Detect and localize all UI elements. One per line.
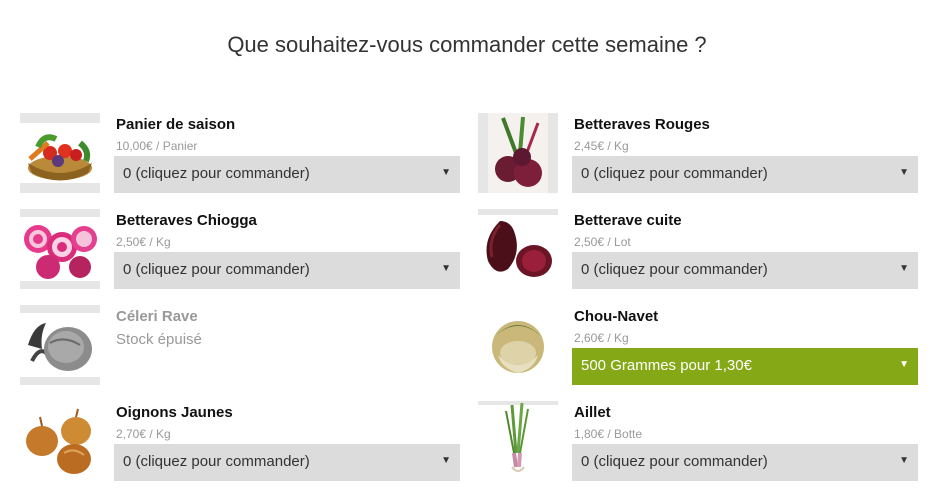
product-image-green-garlic [478,401,558,481]
quantity-select-value: 0 (cliquez pour commander) [581,453,768,470]
chevron-down-icon: ▼ [899,167,909,178]
quantity-select-value: 0 (cliquez pour commander) [123,261,310,278]
quantity-select[interactable]: 0 (cliquez pour commander) ▼ [114,156,460,193]
product-card-betteraves-chiogga: Betteraves Chiogga 2,50€ / Kg 0 (cliquez… [20,209,460,289]
product-price: 10,00€ / Panier [116,139,198,153]
product-price: 2,60€ / Kg [574,331,629,345]
product-name: Céleri Rave [116,308,198,325]
product-image-celeriac [20,305,100,385]
product-price: 2,45€ / Kg [574,139,629,153]
product-card-celeri-rave: Céleri Rave Stock épuisé [20,305,460,385]
product-price: 1,80€ / Botte [574,427,643,441]
chevron-down-icon: ▼ [441,167,451,178]
product-name: Aillet [574,404,611,421]
quantity-select[interactable]: 0 (cliquez pour commander) ▼ [572,156,918,193]
quantity-select[interactable]: 0 (cliquez pour commander) ▼ [572,444,918,481]
product-card-betterave-cuite: Betterave cuite 2,50€ / Lot 0 (cliquez p… [478,209,918,289]
product-card-chou-navet: Chou-Navet 2,60€ / Kg 500 Grammes pour 1… [478,305,918,385]
product-card-panier-de-saison: Panier de saison 10,00€ / Panier 0 (cliq… [20,113,460,193]
quantity-select[interactable]: 0 (cliquez pour commander) ▼ [572,252,918,289]
quantity-select[interactable]: 0 (cliquez pour commander) ▼ [114,444,460,481]
chevron-down-icon: ▼ [899,263,909,274]
product-image-yellow-onions [20,401,100,481]
product-image-cooked-beet [478,209,558,289]
quantity-select-value: 0 (cliquez pour commander) [123,453,310,470]
product-price: 2,70€ / Kg [116,427,171,441]
quantity-select-value: 0 (cliquez pour commander) [123,165,310,182]
page-title: Que souhaitez-vous commander cette semai… [227,32,707,57]
product-image-red-beets [478,113,558,193]
product-price: 2,50€ / Lot [574,235,631,249]
chevron-down-icon: ▼ [899,359,909,370]
chevron-down-icon: ▼ [899,455,909,466]
product-image-basket [20,113,100,193]
product-card-betteraves-rouges: Betteraves Rouges 2,45€ / Kg 0 (cliquez … [478,113,918,193]
chevron-down-icon: ▼ [441,263,451,274]
product-name: Chou-Navet [574,308,659,325]
product-name: Betteraves Chiogga [116,212,257,229]
quantity-select-value: 0 (cliquez pour commander) [581,165,768,182]
product-name: Betteraves Rouges [574,116,710,133]
quantity-select-value: 500 Grammes pour 1,30€ [581,357,752,374]
product-image-chioggia-beets [20,209,100,289]
product-card-oignons-jaunes: Oignons Jaunes 2,70€ / Kg 0 (cliquez pou… [20,401,460,481]
quantity-select[interactable]: 0 (cliquez pour commander) ▼ [114,252,460,289]
quantity-select[interactable]: 500 Grammes pour 1,30€ ▼ [572,348,918,385]
quantity-select-value: 0 (cliquez pour commander) [581,261,768,278]
out-of-stock-label: Stock épuisé [116,331,202,348]
chevron-down-icon: ▼ [441,455,451,466]
product-name: Oignons Jaunes [116,404,233,421]
product-price: 2,50€ / Kg [116,235,171,249]
product-card-aillet: Aillet 1,80€ / Botte 0 (cliquez pour com… [478,401,918,481]
product-name: Betterave cuite [574,212,682,229]
product-name: Panier de saison [116,116,236,133]
product-image-rutabaga [478,305,558,385]
